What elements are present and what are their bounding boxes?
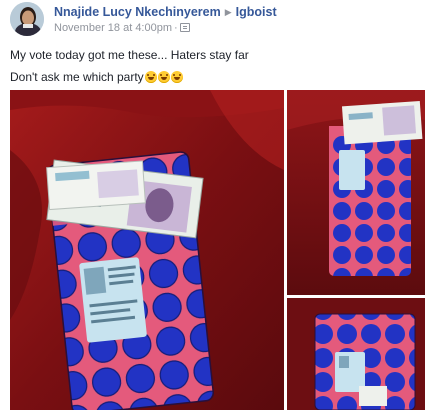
meta-separator: · <box>174 22 178 34</box>
post-body: My vote today got me these... Haters sta… <box>10 44 425 88</box>
post-text-line-1: My vote today got me these... Haters sta… <box>10 48 249 62</box>
laughing-emoji-icon <box>157 71 170 83</box>
author-avatar[interactable] <box>10 2 44 36</box>
facebook-post: Nnajide Lucy Nkechinyerem ▶ Igboist Novemb… <box>0 0 430 410</box>
post-text-line-2: Don't ask me which party <box>10 70 144 84</box>
author-line: Nnajide Lucy Nkechinyerem ▶ Igboist <box>54 5 277 19</box>
post-timestamp-link[interactable]: November 18 at 4:00pm <box>54 22 172 34</box>
author-name-link[interactable]: Nnajide Lucy Nkechinyerem <box>54 5 221 19</box>
post-meta: November 18 at 4:00pm · <box>54 22 190 34</box>
photo-grid <box>10 90 425 410</box>
group-name-link[interactable]: Igboist <box>236 5 277 19</box>
laughing-emoji-icon <box>170 71 183 83</box>
photo-main[interactable] <box>10 90 284 410</box>
group-privacy-icon[interactable] <box>179 23 190 32</box>
post-text-line-2-wrap: Don't ask me which party <box>10 66 425 88</box>
photo-top-right[interactable] <box>287 90 425 295</box>
photo-bottom-right[interactable] <box>287 298 425 410</box>
laughing-emoji-icon <box>144 71 157 83</box>
post-header: Nnajide Lucy Nkechinyerem ▶ Igboist Novemb… <box>10 2 430 36</box>
right-arrow-icon: ▶ <box>224 7 232 17</box>
